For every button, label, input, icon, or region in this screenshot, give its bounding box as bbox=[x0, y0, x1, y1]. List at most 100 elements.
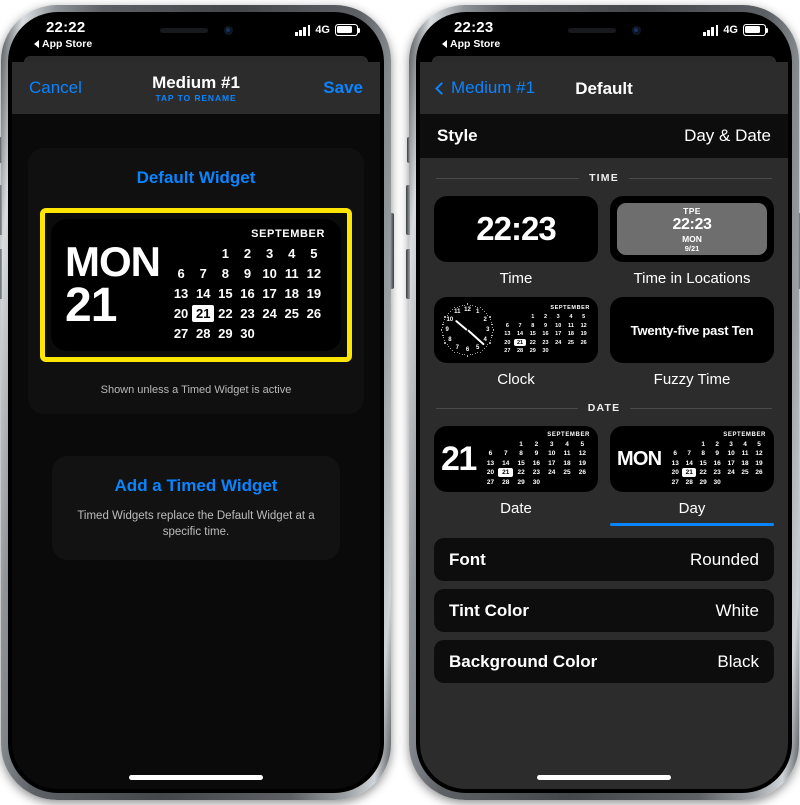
calendar-day: 21 bbox=[682, 468, 697, 477]
status-indicators: 4G bbox=[703, 24, 769, 36]
calendar-day: 11 bbox=[568, 322, 574, 329]
add-timed-widget-button[interactable]: Add a Timed Widget bbox=[70, 476, 322, 496]
analog-clock-icon: 12 1 2 3 4 5 6 7 8 9 10 11 bbox=[440, 303, 495, 358]
widget-calendar-block: SEPTEMBER 001234567891011121314151617181… bbox=[170, 228, 325, 342]
setting-row-font[interactable]: Font Rounded bbox=[434, 538, 774, 581]
cancel-button[interactable]: Cancel bbox=[29, 78, 82, 98]
calendar-day: 27 bbox=[486, 478, 495, 486]
calendar-day: 6 bbox=[673, 450, 678, 457]
option-date-label: Date bbox=[500, 500, 532, 517]
back-button[interactable]: Medium #1 bbox=[435, 78, 535, 98]
app-left: Cancel Medium #1 TAP TO RENAME Save Defa… bbox=[12, 56, 380, 789]
phone-right-bezel: 22:23 App Store 4G Medium #1 Default Sty… bbox=[416, 12, 792, 793]
day-month-label: SEPTEMBER bbox=[723, 431, 766, 438]
status-back-to-app-store[interactable]: App Store bbox=[442, 38, 500, 50]
widget-preview-day-and-date[interactable]: MON 21 SEPTEMBER 00123456789101112131415… bbox=[51, 219, 341, 351]
save-button[interactable]: Save bbox=[323, 78, 363, 98]
calendar-day: 20 bbox=[486, 469, 495, 476]
calendar-day: 16 bbox=[532, 459, 541, 467]
calendar-day: 8 bbox=[701, 450, 705, 457]
options-scroll-area[interactable]: TIME 22:23 Time TPE 22:23 MON 9/21 Time … bbox=[420, 158, 788, 789]
clock-calendar-grid: 0012345678910111213141516171819202122232… bbox=[501, 313, 590, 355]
phone-left-screen: 22:22 App Store 4G Cancel Medium #1 TAP … bbox=[12, 16, 380, 789]
volume-up-button[interactable] bbox=[406, 185, 410, 235]
calendar-day: 17 bbox=[727, 459, 735, 467]
calendar-day: 15 bbox=[517, 459, 525, 467]
option-date[interactable]: 21 SEPTEMBER 001234567891011121314151617… bbox=[434, 426, 598, 526]
calendar-day: 9 bbox=[243, 266, 252, 281]
option-clock[interactable]: 121234567891011 SEPTEMBER 00123456789101… bbox=[434, 297, 598, 388]
option-fuzzy-time-value: Twenty-five past Ten bbox=[630, 322, 754, 338]
calendar-day: 3 bbox=[549, 440, 554, 448]
option-day-label: Day bbox=[678, 500, 706, 517]
calendar-day: 14 bbox=[195, 286, 211, 301]
calendar-day: 17 bbox=[262, 286, 277, 301]
calendar-day: 29 bbox=[218, 326, 233, 341]
option-day[interactable]: MON SEPTEMBER 00123456789101112131415161… bbox=[610, 426, 774, 526]
date-calendar-block: SEPTEMBER 001234567891011121314151617181… bbox=[483, 432, 590, 487]
calendar-day: 25 bbox=[563, 469, 571, 476]
location-time: 22:23 bbox=[672, 215, 712, 233]
calendar-day: 3 bbox=[729, 440, 733, 448]
calendar-day: 26 bbox=[306, 306, 322, 321]
calendar-day: 18 bbox=[741, 459, 749, 467]
add-timed-widget-card[interactable]: Add a Timed Widget Timed Widgets replace… bbox=[52, 456, 340, 560]
home-indicator[interactable] bbox=[129, 775, 263, 780]
day-calendar-grid: 0012345678910111213141516171819202122232… bbox=[668, 440, 766, 487]
screenshot-stage: 22:22 App Store 4G Cancel Medium #1 TAP … bbox=[0, 0, 800, 805]
calendar-day: 23 bbox=[240, 306, 255, 321]
calendar-day: 7 bbox=[518, 322, 522, 329]
divider-left bbox=[436, 177, 580, 179]
style-row[interactable]: Style Day & Date bbox=[420, 114, 788, 158]
calendar-day: 2 bbox=[243, 246, 252, 261]
calendar-day: 19 bbox=[755, 459, 763, 467]
volume-up-button[interactable] bbox=[0, 185, 2, 235]
calendar-day: 4 bbox=[569, 314, 573, 320]
navbar-left: Cancel Medium #1 TAP TO RENAME Save bbox=[12, 62, 380, 114]
calendar-day: 26 bbox=[578, 469, 586, 476]
calendar-day: 13 bbox=[486, 459, 495, 467]
widget-preview-highlight[interactable]: MON 21 SEPTEMBER 00123456789101112131415… bbox=[40, 208, 352, 362]
calendar-day: 20 bbox=[671, 469, 679, 476]
calendar-day: 5 bbox=[310, 246, 318, 261]
section-header-time: TIME bbox=[436, 172, 773, 184]
option-time-in-locations-preview: TPE 22:23 MON 9/21 bbox=[610, 196, 774, 262]
option-fuzzy-time[interactable]: Twenty-five past Ten Fuzzy Time bbox=[610, 297, 774, 388]
setting-row-tint-color[interactable]: Tint Color White bbox=[434, 589, 774, 632]
calendar-day: 29 bbox=[529, 348, 536, 354]
silent-switch[interactable] bbox=[407, 137, 410, 163]
silent-switch[interactable] bbox=[0, 137, 2, 163]
option-time[interactable]: 22:23 Time bbox=[434, 196, 598, 287]
home-indicator[interactable] bbox=[537, 775, 671, 780]
clock-calendar-block: SEPTEMBER 001234567891011121314151617181… bbox=[501, 305, 590, 355]
option-time-preview: 22:23 bbox=[434, 196, 598, 262]
power-button[interactable] bbox=[390, 213, 394, 289]
calendar-day: 24 bbox=[262, 306, 277, 321]
status-back-to-app-store[interactable]: App Store bbox=[34, 38, 92, 50]
calendar-day: 14 bbox=[685, 459, 693, 467]
calendar-day: 29 bbox=[517, 478, 525, 486]
calendar-day: 20 bbox=[504, 339, 511, 346]
battery-icon bbox=[335, 24, 361, 36]
calendar-day: 17 bbox=[555, 331, 562, 337]
default-widget-footer: Shown unless a Timed Widget is active bbox=[100, 384, 292, 396]
option-fuzzy-time-label: Fuzzy Time bbox=[653, 371, 731, 388]
date-left-block: 21 bbox=[441, 442, 477, 476]
calendar-day: 28 bbox=[517, 348, 524, 354]
option-day-preview: MON SEPTEMBER 00123456789101112131415161… bbox=[610, 426, 774, 492]
option-time-value: 22:23 bbox=[476, 210, 556, 247]
volume-down-button[interactable] bbox=[0, 249, 2, 299]
volume-down-button[interactable] bbox=[406, 249, 410, 299]
status-back-label: App Store bbox=[450, 38, 501, 50]
location-city: TPE bbox=[683, 205, 701, 216]
calendar-day: 15 bbox=[218, 286, 233, 301]
calendar-day: 28 bbox=[685, 478, 693, 486]
option-time-in-locations[interactable]: TPE 22:23 MON 9/21 Time in Locations bbox=[610, 196, 774, 287]
setting-row-background-color[interactable]: Background Color Black bbox=[434, 640, 774, 683]
location-day: MON bbox=[682, 233, 702, 244]
calendar-day: 7 bbox=[687, 450, 692, 457]
time-options-grid: 22:23 Time TPE 22:23 MON 9/21 Time in Lo… bbox=[434, 196, 774, 388]
calendar-day: 8 bbox=[531, 322, 535, 329]
date-calendar-grid: 0012345678910111213141516171819202122232… bbox=[483, 440, 590, 487]
calendar-day: 13 bbox=[671, 459, 679, 467]
